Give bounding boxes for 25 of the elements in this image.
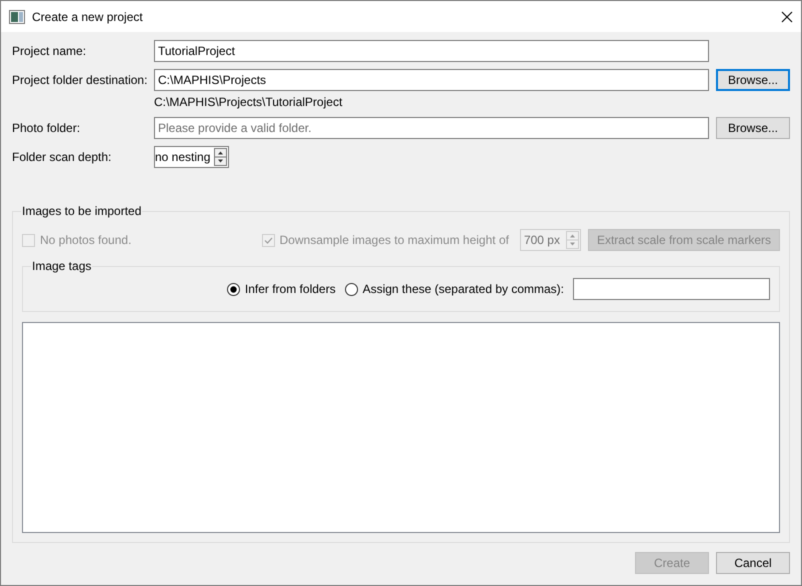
radio-label: Infer from folders	[244, 282, 336, 296]
radio-label: Assign these (separated by commas):	[362, 282, 564, 296]
field-label: Photo folder:	[12, 121, 82, 135]
text-field[interactable]: TutorialProject	[154, 40, 709, 62]
radio-button[interactable]	[226, 282, 240, 296]
close-icon[interactable]	[781, 10, 793, 22]
browse-button[interactable]: Browse...	[716, 117, 790, 139]
depth-spinbox[interactable]: no nesting	[154, 146, 229, 168]
path-preview: C:\MAPHIS\Projects\TutorialProject	[154, 95, 342, 109]
browse-button[interactable]: Browse...	[716, 69, 790, 91]
group-title: Image tags	[31, 259, 92, 273]
window-title: Create a new project	[32, 10, 144, 24]
field-label: Project name:	[12, 44, 88, 58]
tags-field[interactable]	[573, 278, 770, 300]
field-label: Project folder destination:	[12, 73, 148, 87]
app-icon	[9, 10, 25, 24]
text-field[interactable]: C:\MAPHIS\Projects	[154, 69, 709, 91]
spin-arrows-icon[interactable]	[214, 148, 227, 166]
cancel-button[interactable]: Cancel	[716, 552, 790, 574]
field-label: Folder scan depth:	[12, 150, 112, 164]
checkbox-label: No photos found.	[40, 233, 132, 247]
group-title: Images to be imported	[21, 204, 142, 218]
text-field[interactable]: Please provide a valid folder.	[154, 117, 709, 139]
checkbox-label: Downsample images to maximum height of	[280, 233, 509, 247]
radio-button[interactable]	[344, 282, 358, 296]
